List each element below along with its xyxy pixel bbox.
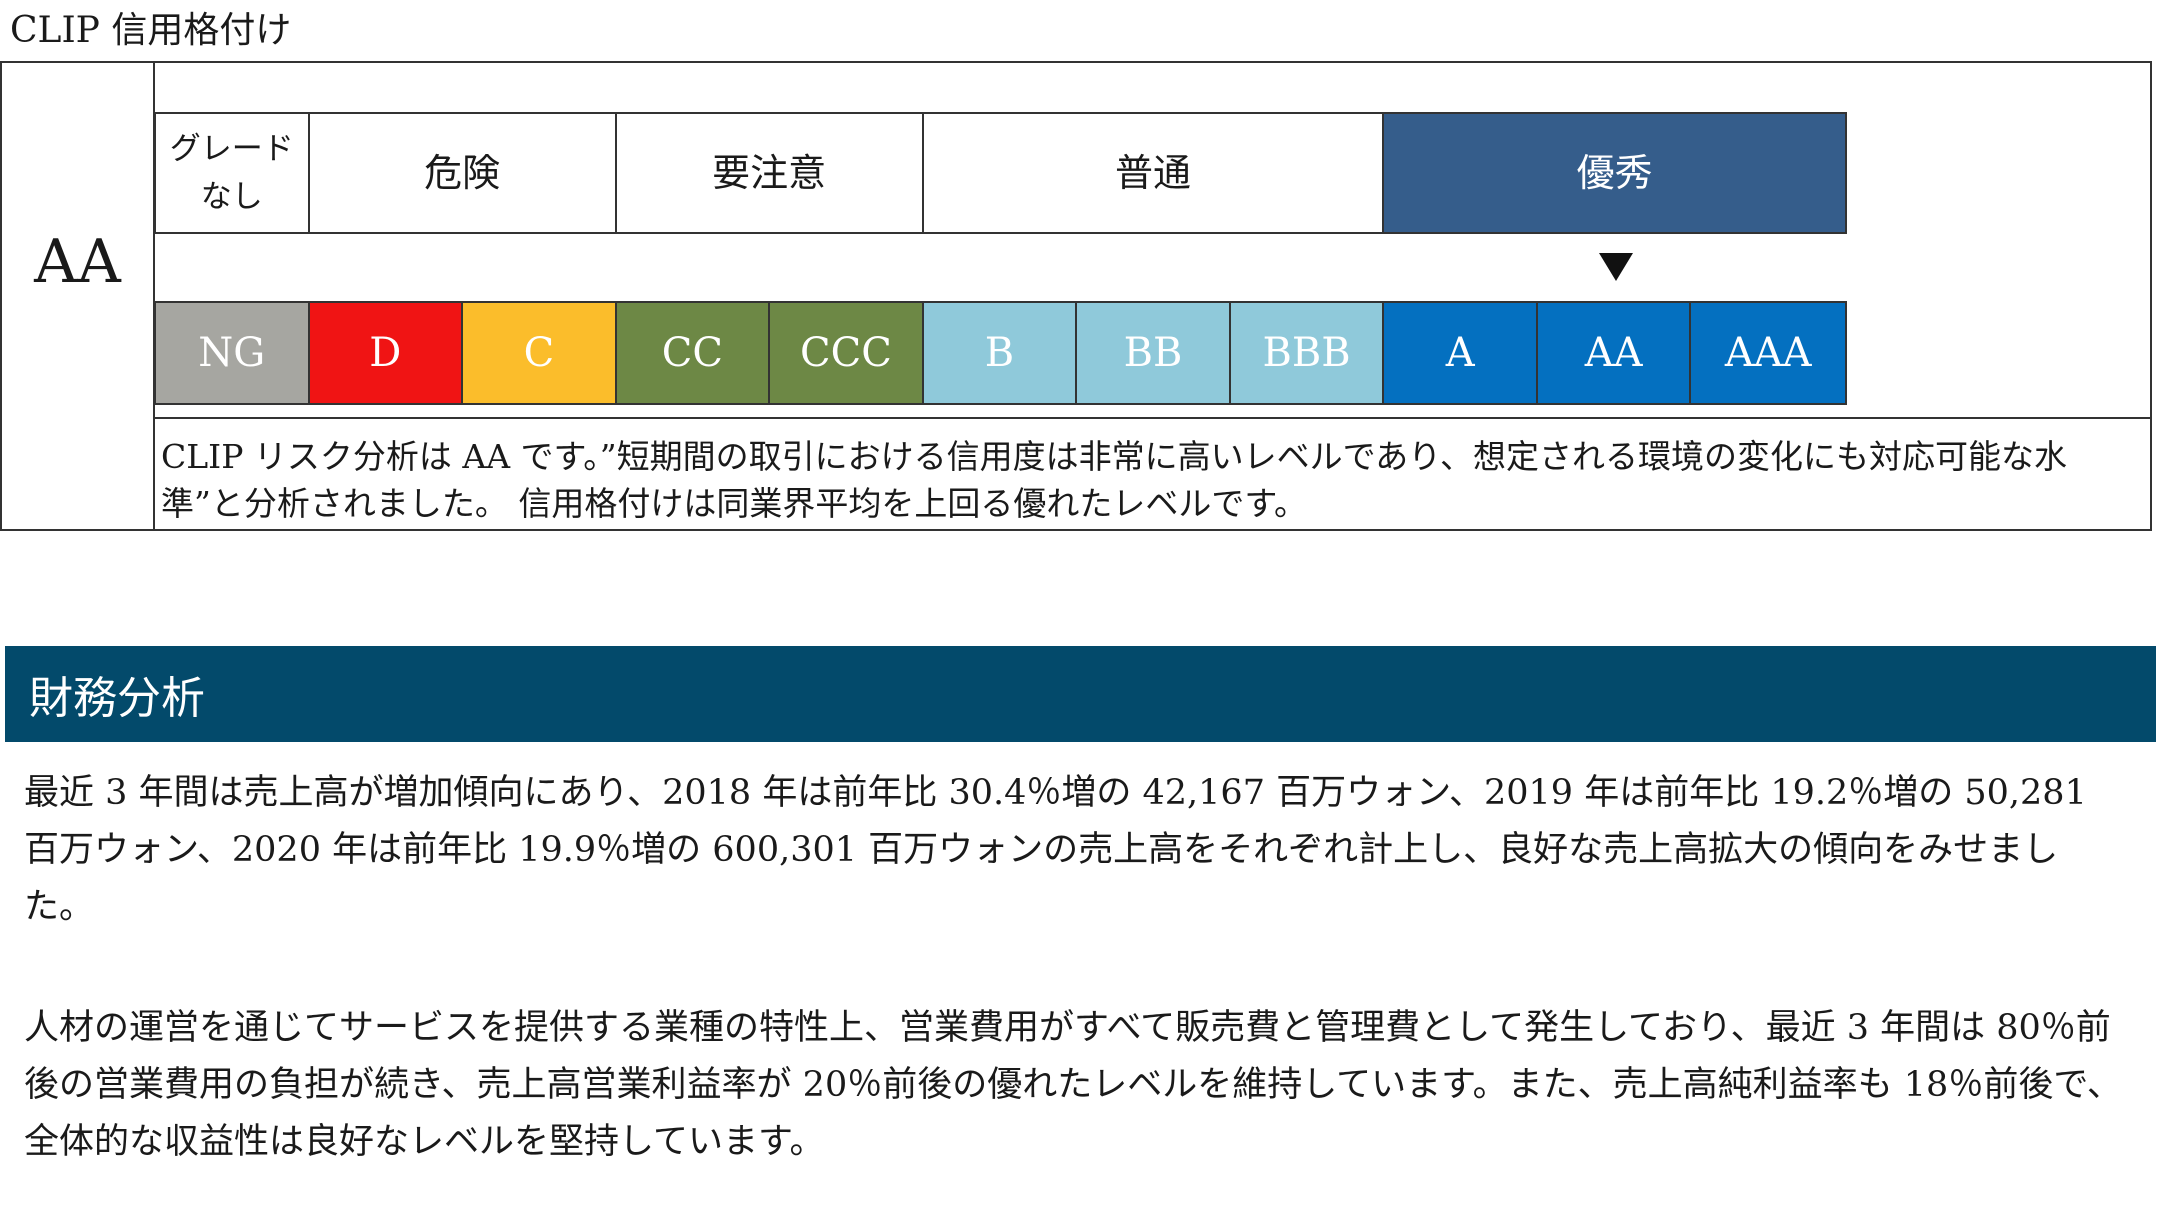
- grade-cell-d: D: [309, 303, 464, 403]
- grade-cell-bbb: BBB: [1230, 303, 1385, 403]
- grade-category-4: 優秀: [1384, 114, 1845, 232]
- grade-category-0: グレード なし: [156, 114, 310, 232]
- grade-category-3: 普通: [923, 114, 1385, 232]
- grade-cell-b: B: [923, 303, 1078, 403]
- grade-cell-aaa: AAA: [1691, 303, 1846, 403]
- credit-rating-title: CLIP 信用格付け: [10, 10, 292, 51]
- grade-category-2: 要注意: [616, 114, 924, 232]
- current-grade-cell: AA: [2, 63, 155, 529]
- grade-cell-cc: CC: [616, 303, 771, 403]
- grade-cell-a: A: [1384, 303, 1538, 403]
- financial-analysis-header: 財務分析: [5, 646, 2156, 742]
- section-title: 財務分析: [29, 673, 205, 724]
- grade-category-row: グレード なし 危険 要注意 普通 優秀: [154, 112, 1847, 234]
- grade-scale-bar: NG D C CC CCC B BB BBB A AA AAA: [154, 301, 1847, 405]
- grade-cell-c: C: [463, 303, 617, 403]
- rating-description: CLIP リスク分析は AA です。”短期間の取引における信用度は非常に高いレベ…: [155, 417, 2150, 529]
- financial-paragraph-sales: 最近 3 年間は売上高が増加傾向にあり、2018 年は前年比 30.4％増の 4…: [24, 773, 2087, 927]
- grade-marker-row: [154, 253, 1847, 293]
- grade-cell-bb: BB: [1077, 303, 1231, 403]
- grade-cell-aa: AA: [1537, 303, 1692, 403]
- grade-cell-ng: NG: [156, 303, 310, 403]
- current-grade-label: AA: [34, 227, 121, 297]
- down-triangle-icon: [1599, 253, 1634, 281]
- grade-cell-ccc: CCC: [770, 303, 924, 403]
- grade-category-1: 危険: [309, 114, 617, 232]
- financial-paragraph-profitability: 人材の運営を通じてサービスを提供する業種の特性上、営業費用がすべて販売費と管理費…: [24, 1008, 2122, 1162]
- credit-rating-panel: AA グレード なし 危険 要注意 普通 優秀 NG D C CC CCC B BB BBB A AA AA…: [0, 61, 2152, 531]
